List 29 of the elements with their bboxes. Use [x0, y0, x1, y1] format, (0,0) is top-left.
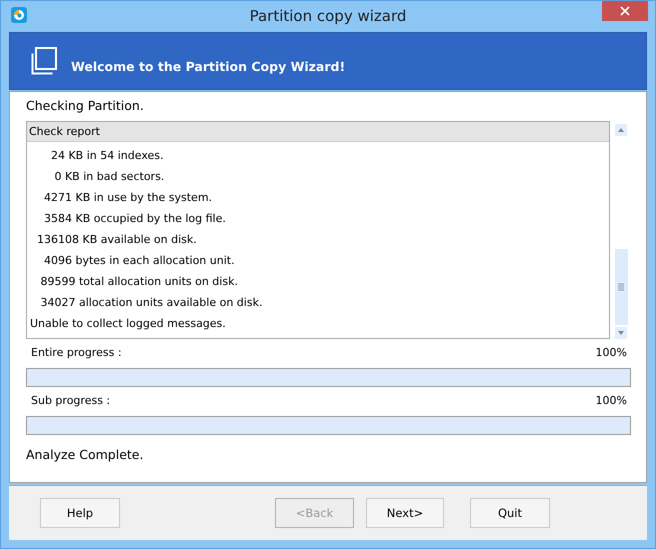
report-line: 0 KB in bad sectors.: [53, 170, 166, 185]
report-line: Unable to collect logged messages.: [29, 317, 227, 332]
scroll-down-icon[interactable]: [615, 327, 627, 339]
report-line: 136108 KB available on disk.: [36, 233, 198, 248]
report-line: 3584 KB occupied by the log file.: [42, 212, 227, 227]
report-line: 24 KB in 54 indexes.: [50, 149, 164, 164]
header-title: Welcome to the Partition Copy Wizard!: [71, 58, 346, 74]
pages-icon: [31, 47, 57, 75]
scroll-thumb[interactable]: [614, 249, 628, 325]
window-title: Partition copy wizard: [248, 7, 408, 25]
scroll-up-icon[interactable]: [615, 124, 627, 136]
status-text: Checking Partition.: [26, 98, 145, 113]
progress-label: Sub progress :: [31, 394, 110, 407]
app-icon: [11, 7, 27, 23]
result-text: Analyze Complete.: [26, 447, 144, 462]
close-icon: [620, 6, 630, 16]
progress-reading: 100%: [596, 346, 627, 359]
progress-label: Entire progress :: [31, 346, 122, 359]
wizard-button[interactable]: Next>: [366, 498, 444, 528]
scrollbar[interactable]: [614, 121, 628, 339]
report-line: 34027 allocation units available on disk.: [39, 296, 264, 311]
wizard-button[interactable]: Help: [40, 498, 120, 528]
progress-reading: 100%: [596, 394, 627, 407]
report-line: 4096 bytes in each allocation unit.: [42, 254, 236, 269]
close-button[interactable]: [602, 1, 648, 21]
wizard-button[interactable]: Quit: [470, 498, 550, 528]
report-line: 4271 KB in use by the system.: [42, 191, 214, 206]
report-header: Check report: [27, 122, 609, 142]
report-line: 89599 total allocation units on disk.: [39, 275, 239, 290]
